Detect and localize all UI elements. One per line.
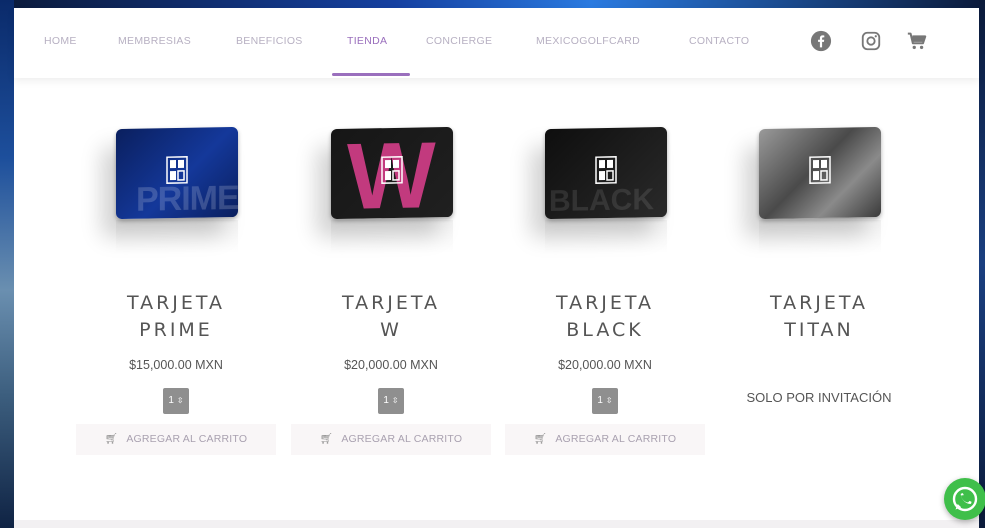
product-prime: PRIME TARJETA PRIME $15,000.00 MXN 1 ⇳ 🛒︎… bbox=[76, 118, 276, 455]
card-w-image[interactable]: W bbox=[331, 126, 453, 220]
cart-icon[interactable] bbox=[906, 30, 928, 52]
product-title: TARJETA BLACK bbox=[555, 292, 655, 341]
top-navigation: HOME MEMBRESIAS BENEFICIOS TIENDA CONCIE… bbox=[14, 8, 979, 78]
product-w: W TARJETA W $20,000.00 MXN 1 ⇳ 🛒︎ AGREGAR … bbox=[291, 118, 491, 455]
quantity-input[interactable]: 1 ⇳ bbox=[163, 388, 189, 414]
add-to-cart-button[interactable]: 🛒︎ AGREGAR AL CARRITO bbox=[76, 424, 276, 455]
card-watermark: PRIME bbox=[136, 178, 238, 219]
quantity-input[interactable]: 1 ⇳ bbox=[592, 388, 618, 414]
product-title: TARJETA PRIME bbox=[126, 292, 226, 341]
card-reflection bbox=[116, 220, 238, 254]
cart-icon: 🛒︎ bbox=[533, 433, 548, 445]
footer-strip bbox=[14, 520, 979, 528]
product-titan: TARJETA TITAN SOLO POR INVITACIÓN bbox=[719, 118, 919, 405]
invitation-only-note: SOLO POR INVITACIÓN bbox=[746, 390, 892, 405]
background-right bbox=[979, 0, 985, 528]
quantity-input[interactable]: 1 ⇳ bbox=[378, 388, 404, 414]
add-to-cart-button[interactable]: 🛒︎ AGREGAR AL CARRITO bbox=[505, 424, 705, 455]
product-price: $20,000.00 MXN bbox=[344, 358, 438, 372]
nav-mexicogolfcard[interactable]: MEXICOGOLFCARD bbox=[536, 35, 640, 47]
card-reflection bbox=[759, 220, 881, 254]
quantity-stepper-icon[interactable]: ⇳ bbox=[392, 396, 399, 405]
card-image-wrap bbox=[719, 118, 919, 258]
card-watermark: BLACK bbox=[549, 183, 654, 218]
card-image-wrap: PRIME bbox=[76, 118, 276, 258]
nav-tienda[interactable]: TIENDA bbox=[347, 35, 387, 47]
whatsapp-button[interactable] bbox=[944, 478, 985, 520]
card-reflection bbox=[331, 220, 453, 254]
product-price: $20,000.00 MXN bbox=[558, 358, 652, 372]
cart-icon: 🛒︎ bbox=[104, 433, 119, 445]
card-image-wrap: W bbox=[291, 118, 491, 258]
card-titan-image[interactable] bbox=[759, 126, 881, 220]
mgc-logo-icon bbox=[809, 156, 831, 184]
product-title: TARJETA W bbox=[341, 292, 441, 341]
nav-contacto[interactable]: CONTACTO bbox=[689, 35, 749, 47]
card-image-wrap: BLACK bbox=[505, 118, 705, 258]
instagram-icon[interactable] bbox=[860, 30, 882, 52]
quantity-stepper-icon[interactable]: ⇳ bbox=[606, 396, 613, 405]
nav-beneficios[interactable]: BENEFICIOS bbox=[236, 35, 303, 47]
mgc-logo-icon bbox=[595, 156, 617, 184]
product-price: $15,000.00 MXN bbox=[129, 358, 223, 372]
product-black: BLACK TARJETA BLACK $20,000.00 MXN 1 ⇳ 🛒︎… bbox=[505, 118, 705, 455]
product-title: TARJETA TITAN bbox=[769, 292, 869, 341]
background-top bbox=[0, 0, 985, 8]
quantity-stepper-icon[interactable]: ⇳ bbox=[177, 396, 184, 405]
nav-membresias[interactable]: MEMBRESIAS bbox=[118, 35, 191, 47]
card-reflection bbox=[545, 220, 667, 254]
nav-concierge[interactable]: CONCIERGE bbox=[426, 35, 492, 47]
mgc-logo-icon bbox=[381, 156, 403, 184]
facebook-icon[interactable] bbox=[810, 30, 832, 52]
card-black-image[interactable]: BLACK bbox=[545, 126, 667, 220]
background-left bbox=[0, 0, 14, 528]
active-tab-indicator bbox=[332, 73, 410, 76]
card-prime-image[interactable]: PRIME bbox=[116, 126, 238, 220]
store-page: HOME MEMBRESIAS BENEFICIOS TIENDA CONCIE… bbox=[14, 8, 985, 528]
whatsapp-icon bbox=[952, 486, 978, 512]
cart-icon: 🛒︎ bbox=[319, 433, 334, 445]
nav-home[interactable]: HOME bbox=[44, 35, 77, 47]
add-to-cart-button[interactable]: 🛒︎ AGREGAR AL CARRITO bbox=[291, 424, 491, 455]
mgc-logo-icon bbox=[166, 156, 188, 184]
